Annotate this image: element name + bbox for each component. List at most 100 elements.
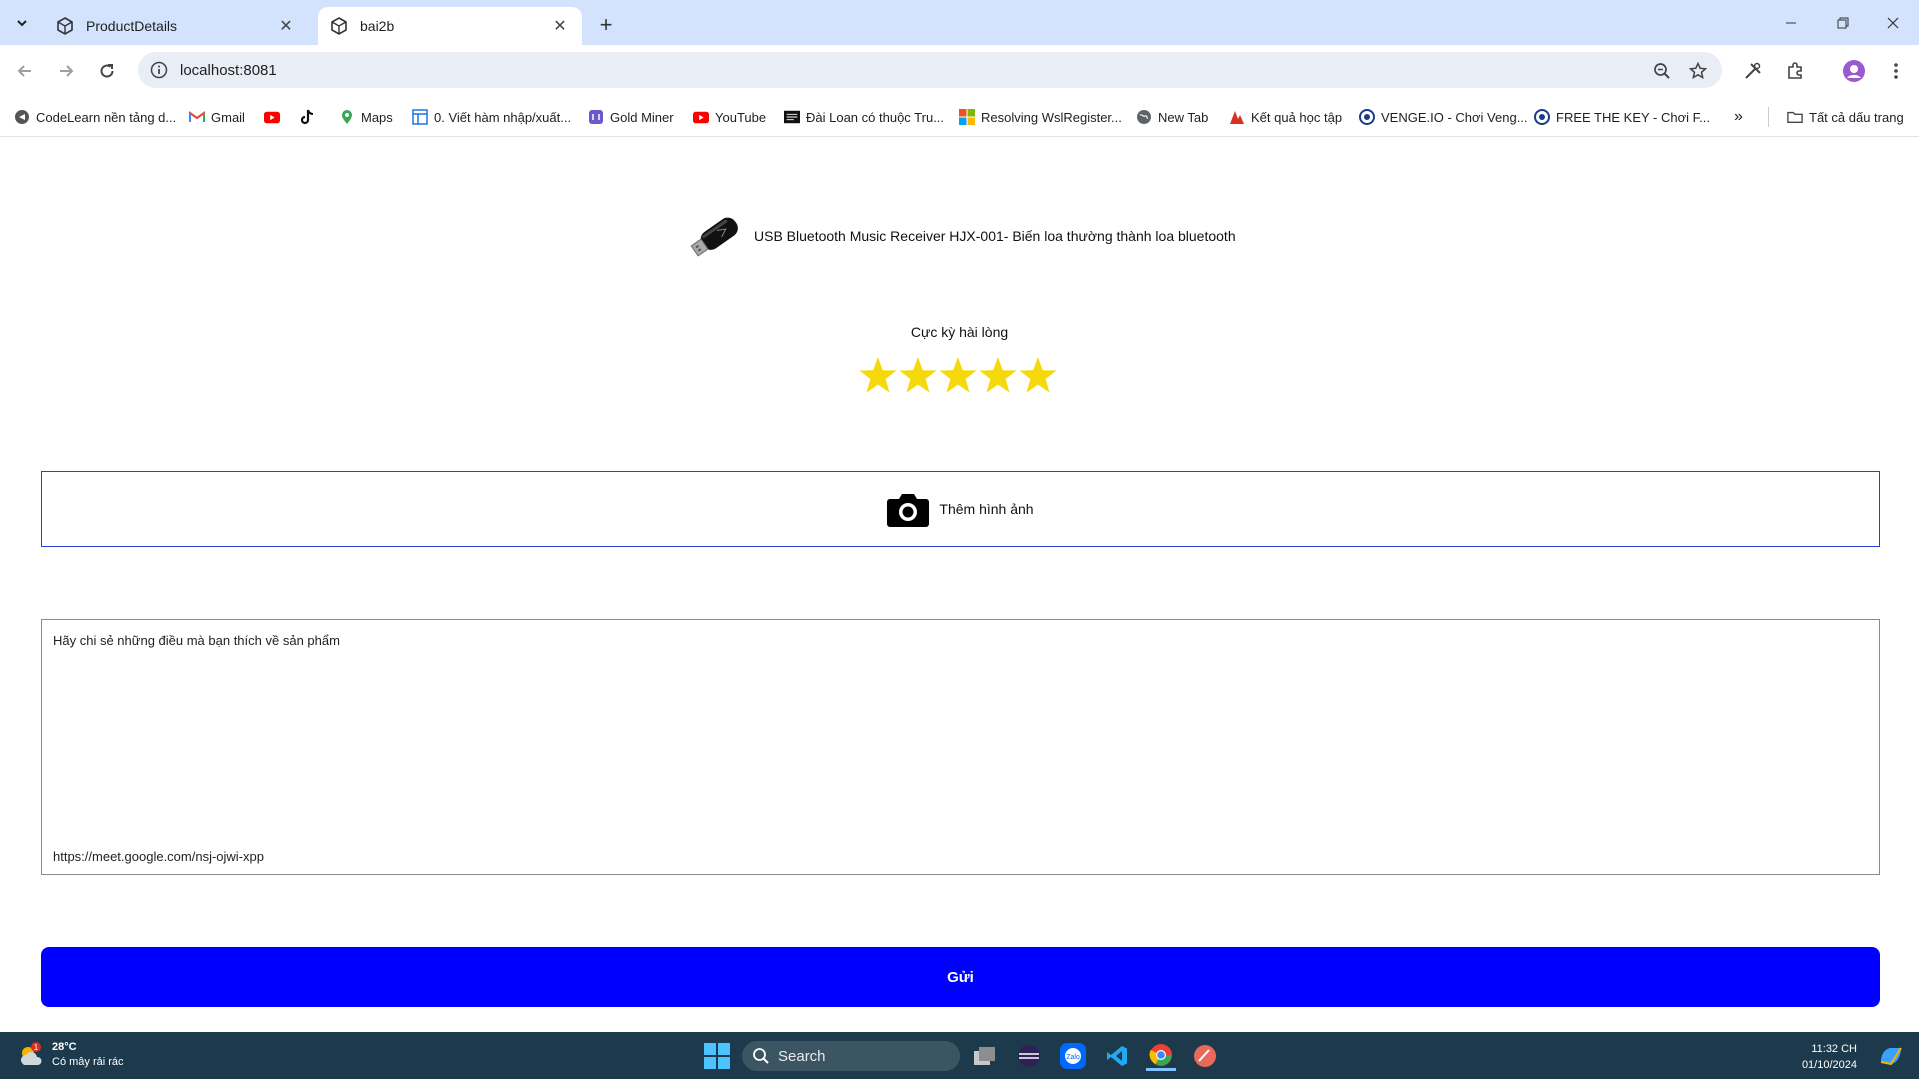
extension-tools-icon[interactable] (1739, 57, 1767, 85)
taskbar: 1 28°C Có mây rải rác Search Zalo 11:32 … (0, 1032, 1919, 1079)
star-icon[interactable] (898, 355, 938, 395)
all-bookmarks-folder[interactable]: Tất cả dấu trang (1768, 107, 1904, 127)
comment-textarea[interactable]: Hãy chi sẻ những điều mà bạn thích về sả… (41, 619, 1880, 875)
profile-avatar[interactable] (1840, 57, 1868, 85)
close-icon[interactable]: ✕ (276, 16, 296, 36)
info-icon[interactable] (150, 61, 168, 79)
tab-productdetails[interactable]: ProductDetails ✕ (44, 7, 308, 45)
bookmark-dai-loan[interactable]: Đài Loan có thuộc Tru... (784, 107, 944, 127)
bookmark-new-tab[interactable]: New Tab (1136, 107, 1208, 127)
codelearn-icon (14, 109, 30, 125)
new-tab-button[interactable]: + (592, 11, 620, 39)
bookmark-maps[interactable]: Maps (339, 107, 393, 127)
tab-title: ProductDetails (86, 18, 178, 34)
react-cube-icon (56, 17, 74, 35)
svg-text:Zalo: Zalo (1066, 1054, 1080, 1061)
chevron-double-right-icon: » (1734, 108, 1743, 125)
taskbar-vscode[interactable] (1102, 1041, 1132, 1071)
chrome-icon (1149, 1043, 1172, 1066)
time: 11:32 CH (1811, 1043, 1857, 1055)
cloud-sun-icon: 1 (21, 1042, 42, 1065)
add-photo-button[interactable]: Thêm hình ảnh (41, 471, 1880, 547)
eclipse-icon (1018, 1045, 1040, 1067)
game-icon (588, 109, 604, 125)
browser-toolbar: localhost:8081 (0, 45, 1919, 97)
address-bar[interactable]: localhost:8081 (138, 52, 1722, 88)
close-icon[interactable]: ✕ (550, 16, 570, 36)
arrow-right-icon (60, 65, 74, 77)
minimize-icon (1786, 22, 1796, 23)
tab-strip: ProductDetails ✕ bai2b ✕ + (0, 0, 1919, 45)
bookmark-youtube-short[interactable] (264, 107, 286, 127)
bookmark-gold-miner[interactable]: Gold Miner (588, 107, 674, 127)
doc-icon (412, 109, 428, 125)
bookmark-youtube[interactable]: YouTube (693, 107, 766, 127)
search-icon (753, 1048, 769, 1064)
rating-label: Cực kỳ hài lòng (910, 324, 1009, 340)
more-menu-icon[interactable] (1882, 57, 1910, 85)
taskbar-clock[interactable]: 11:32 CH 01/10/2024 (1802, 1041, 1857, 1073)
extensions-puzzle-icon[interactable] (1781, 57, 1809, 85)
taskbar-pinned-app[interactable] (1190, 1041, 1220, 1071)
reload-icon (100, 64, 114, 78)
tab-search-button[interactable] (10, 11, 34, 35)
back-button[interactable] (11, 57, 39, 85)
venge-icon (1534, 109, 1550, 125)
bookmark-tiktok[interactable] (300, 107, 322, 127)
star-icon[interactable] (978, 355, 1018, 395)
restore-button[interactable] (1817, 0, 1869, 45)
folder-icon (1787, 109, 1803, 125)
star-icon[interactable] (858, 355, 898, 395)
react-cube-icon (330, 17, 348, 35)
news-icon (784, 109, 800, 125)
school-icon (1229, 109, 1245, 125)
taskbar-search[interactable]: Search (742, 1041, 960, 1071)
venge-icon (1359, 109, 1375, 125)
star-bookmark-icon[interactable] (1688, 61, 1708, 81)
globe-icon (1136, 109, 1152, 125)
taskbar-eclipse[interactable] (1014, 1041, 1044, 1071)
forward-button[interactable] (52, 57, 80, 85)
task-view-icon (974, 1047, 995, 1065)
more-bookmarks-button[interactable]: » (1734, 107, 1743, 127)
zoom-icon[interactable] (1652, 61, 1672, 81)
weather-widget[interactable]: 1 28°C Có mây rải rác (16, 1040, 124, 1070)
taskbar-zalo[interactable]: Zalo (1058, 1041, 1088, 1071)
bookmark-ket-qua[interactable]: Kết quả học tập (1229, 107, 1342, 127)
bookmark-codelearn[interactable]: CodeLearn nền tảng d... (14, 107, 176, 127)
bookmark-gmail[interactable]: Gmail (189, 107, 245, 127)
star-icon[interactable] (938, 355, 978, 395)
chevron-down-icon (17, 20, 27, 27)
youtube-icon (693, 109, 709, 125)
copilot-icon[interactable] (1877, 1042, 1905, 1070)
close-window-button[interactable] (1867, 0, 1919, 45)
taskbar-task-view[interactable] (970, 1041, 1000, 1071)
search-label: Search (778, 1047, 826, 1065)
bookmarks-bar: CodeLearn nền tảng d... Gmail Maps 0. Vi… (0, 97, 1919, 137)
tab-bai2b[interactable]: bai2b ✕ (318, 7, 582, 45)
send-button[interactable]: Gửi (41, 947, 1880, 1007)
minimize-button[interactable] (1765, 0, 1817, 45)
temperature: 28°C (52, 1041, 77, 1053)
microsoft-icon (959, 109, 975, 125)
windows-start-icon[interactable] (704, 1043, 730, 1069)
restore-icon (1837, 17, 1849, 28)
date: 01/10/2024 (1801, 1059, 1857, 1071)
star-rating[interactable] (858, 355, 1058, 395)
tiktok-icon (300, 109, 316, 125)
bookmark-venge[interactable]: VENGE.IO - Chơi Veng... (1359, 107, 1528, 127)
add-photo-label: Thêm hình ảnh (939, 501, 1034, 517)
weather-badge: 1 (34, 1043, 39, 1052)
bookmark-viet-ham[interactable]: 0. Viết hàm nhập/xuất... (412, 107, 571, 127)
product-name: USB Bluetooth Music Receiver HJX-001- Bi… (754, 228, 1236, 244)
zalo-icon: Zalo (1060, 1043, 1086, 1069)
star-icon[interactable] (1018, 355, 1058, 395)
app-icon (1194, 1045, 1216, 1067)
taskbar-chrome[interactable] (1146, 1041, 1176, 1071)
tab-title: bai2b (360, 18, 395, 34)
url-text: localhost:8081 (180, 61, 277, 79)
reload-button[interactable] (93, 57, 121, 85)
youtube-icon (264, 109, 280, 125)
bookmark-free-the-key[interactable]: FREE THE KEY - Chơi F... (1534, 107, 1710, 127)
bookmark-resolving-wsl[interactable]: Resolving WslRegister... (959, 107, 1122, 127)
